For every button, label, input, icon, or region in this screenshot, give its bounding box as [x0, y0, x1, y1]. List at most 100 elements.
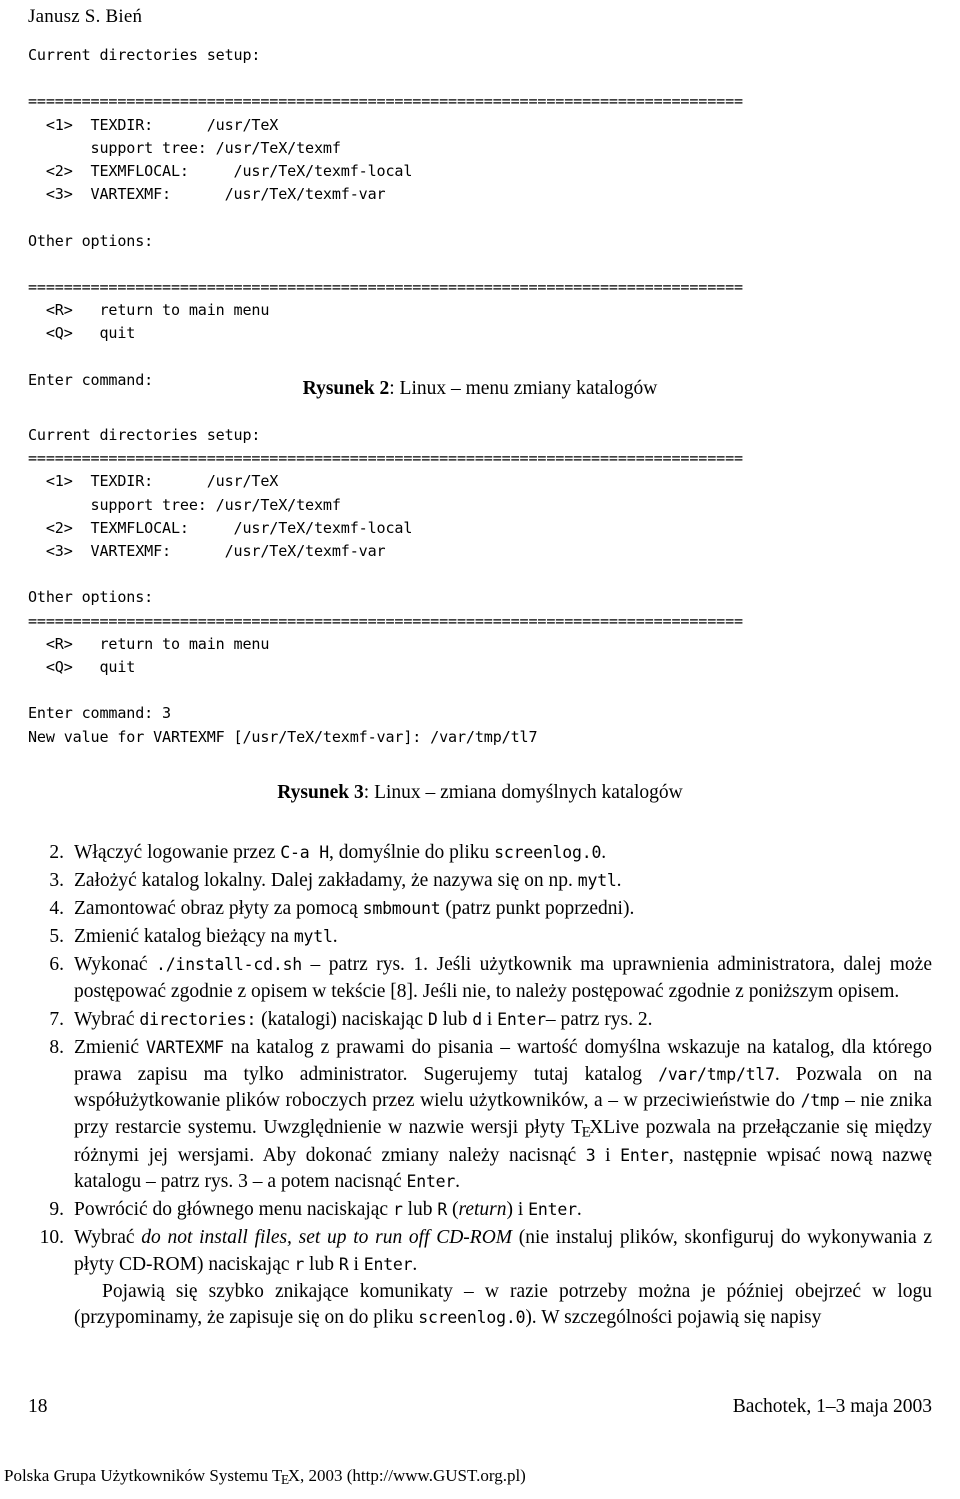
terminal-line: Other options:	[28, 588, 154, 607]
terminal-line: <R> return to main menu	[28, 634, 270, 653]
body-text: lub	[437, 1009, 473, 1031]
inline-code: D	[427, 1010, 438, 1030]
body-text: Założyć katalog lokalny. Dalej zakładamy…	[74, 870, 578, 892]
terminal-line: ========================================…	[28, 92, 743, 111]
colophon: Polska Grupa Użytkowników Systemu TeX, 2…	[4, 1466, 526, 1487]
body-text: (katalogi) naciskając	[256, 1009, 428, 1031]
list-item-number: 3.	[49, 870, 64, 892]
terminal-line: Current directories setup:	[28, 426, 261, 444]
body-text: Wykonać	[74, 954, 157, 976]
body-text: .	[412, 1253, 418, 1275]
body-text: i	[595, 1144, 621, 1166]
body-text: .	[616, 870, 622, 892]
body-text: Powrócić do głównego menu naciskając	[74, 1199, 393, 1221]
body-text: Wybrać	[74, 1009, 140, 1031]
inline-code: r	[392, 1200, 403, 1220]
body-text: (	[447, 1199, 459, 1221]
list-item-body: Wybrać do not install files, set up to r…	[74, 1225, 932, 1331]
terminal-line: <3> VARTEXMF: /usr/TeX/texmf-var	[28, 542, 386, 561]
body-text: i	[348, 1253, 364, 1275]
list-item: 2. Włączyć logowanie przez C-a H, domyśln…	[28, 840, 932, 867]
list-item-paragraph: Wybrać do not install files, set up to r…	[74, 1225, 932, 1278]
body-text: i	[482, 1009, 498, 1031]
list-item: 4. Zamontować obraz płyty za pomocą smbmo…	[28, 896, 932, 923]
list-item-number: 9.	[49, 1199, 64, 1221]
inline-code: mytl	[293, 927, 333, 947]
body-text: Zmienić katalog bieżący na	[74, 926, 294, 948]
list-item-body: Wybrać directories: (katalogi) naciskają…	[74, 1007, 932, 1034]
body-text: .	[601, 842, 607, 863]
body-text: – patrz rys. 2.	[545, 1009, 653, 1031]
terminal-line: Current directories setup:	[28, 46, 261, 64]
body-text: ) i	[506, 1199, 529, 1221]
list-item: 5. Zmienić katalog bieżący na mytl.	[28, 924, 932, 951]
body-text: .	[455, 1171, 461, 1193]
terminal-line: ========================================…	[28, 449, 743, 468]
inline-code: r	[294, 1254, 305, 1274]
body-text: Wybrać	[74, 1227, 142, 1249]
tex-logo: TeX	[571, 1116, 604, 1141]
figure-3-caption-text: : Linux – zmiana domyślnych katalogów	[363, 782, 683, 803]
list-item: 6. Wykonać ./install-cd.sh – patrz rys. 1…	[28, 952, 932, 1005]
terminal-line: Other options:	[28, 231, 154, 250]
document-page: Janusz S. Bień Current directories setup…	[0, 0, 960, 1499]
terminal-line: <1> TEXDIR: /usr/TeX	[28, 115, 279, 134]
list-item: 8. Zmienić VARTEXMF na katalog z prawami …	[28, 1035, 932, 1196]
trailing-paragraph: Pojawią się szybko znikające komunikaty …	[74, 1279, 932, 1332]
inline-code: Enter	[497, 1010, 546, 1030]
figure-3-caption-lead: Rysunek 3	[277, 782, 364, 803]
inline-code: Enter	[363, 1254, 413, 1274]
page-footer: 18 Bachotek, 1–3 maja 2003	[28, 1396, 932, 1418]
inline-code: R	[338, 1254, 349, 1274]
list-item-body: Zmienić katalog bieżący na mytl.	[74, 924, 932, 951]
list-item-body: Zamontować obraz płyty za pomocą smbmoun…	[74, 896, 932, 923]
figure-3-caption: Rysunek 3: Linux – zmiana domyślnych kat…	[0, 782, 960, 804]
terminal-line: support tree: /usr/TeX/texmf	[28, 138, 341, 157]
tex-logo: TeX	[271, 1466, 300, 1487]
list-item: 10. Wybrać do not install files, set up t…	[28, 1225, 932, 1331]
terminal-line: <2> TEXMFLOCAL: /usr/TeX/texmf-local	[28, 162, 413, 181]
body-text: Zamontować obraz płyty za pomocą	[74, 898, 363, 920]
inline-code: VARTEXMF	[145, 1038, 224, 1058]
terminal-line: <R> return to main menu	[28, 301, 270, 320]
list-item-body: Powrócić do głównego menu naciskając r l…	[74, 1197, 932, 1224]
inline-code: Enter	[620, 1145, 669, 1165]
list-item-body: Założyć katalog lokalny. Dalej zakładamy…	[74, 868, 932, 895]
colophon-pre: Polska Grupa Użytkowników Systemu	[4, 1466, 272, 1485]
list-item: 7. Wybrać directories: (katalogi) naciska…	[28, 1007, 932, 1034]
inline-code: /tmp	[800, 1091, 840, 1111]
list-item-number: 2.	[49, 842, 64, 863]
terminal-block-menu: Current directories setup: =============…	[28, 44, 743, 392]
inline-code: directories:	[139, 1010, 257, 1030]
list-item-paragraph: Zmienić katalog bieżący na mytl.	[74, 924, 932, 951]
terminal-line: ========================================…	[28, 278, 743, 297]
footer-venue: Bachotek, 1–3 maja 2003	[732, 1396, 932, 1417]
running-head: Janusz S. Bień	[28, 6, 143, 27]
terminal-line: <3> VARTEXMF: /usr/TeX/texmf-var	[28, 185, 386, 204]
list-item-body: Wykonać ./install-cd.sh – patrz rys. 1. …	[74, 952, 932, 1005]
body-text: (patrz punkt poprzedni).	[440, 898, 635, 920]
emphasis-text: do not install files, set up to run off …	[141, 1227, 513, 1249]
body-text: Włączyć logowanie przez	[74, 842, 281, 863]
list-item-number: 5.	[49, 926, 64, 948]
list-item-paragraph: Zamontować obraz płyty za pomocą smbmoun…	[74, 896, 932, 923]
list-item-paragraph: Zmienić VARTEXMF na katalog z prawami do…	[74, 1035, 932, 1196]
inline-code: mytl	[577, 871, 617, 891]
figure-2-caption: Rysunek 2: Linux – menu zmiany katalogów	[0, 378, 960, 400]
body-text: .	[576, 1199, 582, 1221]
body-text: lub	[402, 1199, 438, 1221]
terminal-line: <Q> quit	[28, 324, 136, 343]
inline-code: /var/tmp/tl7	[658, 1064, 775, 1084]
inline-code: Enter	[406, 1172, 456, 1192]
inline-code: screenlog.0	[494, 843, 602, 862]
emphasis-text: return	[458, 1199, 507, 1221]
list-item-number: 10.	[39, 1227, 64, 1249]
inline-code: d	[472, 1010, 482, 1030]
terminal-line: <Q> quit	[28, 658, 136, 677]
